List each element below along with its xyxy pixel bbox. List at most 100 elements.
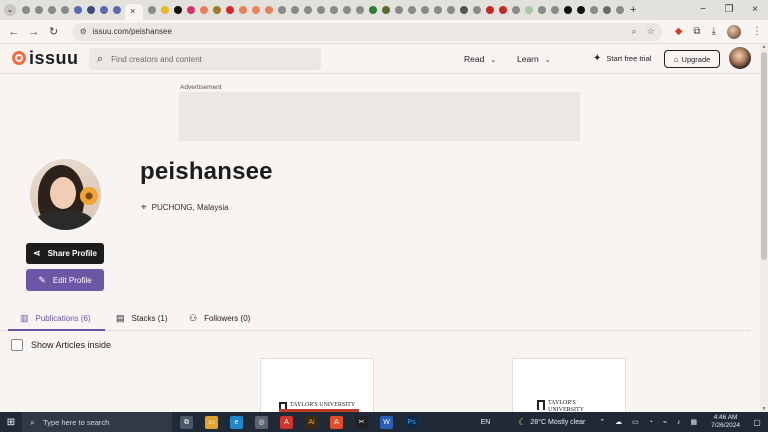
- tab-favicon[interactable]: [160, 6, 169, 14]
- tab-favicon[interactable]: [60, 6, 69, 14]
- app-a-icon[interactable]: A: [330, 415, 343, 429]
- tab-favicon[interactable]: [446, 6, 455, 14]
- share-profile-button[interactable]: ⋖ Share Profile: [26, 243, 104, 264]
- tab-favicon[interactable]: [316, 6, 325, 14]
- scroll-thumb[interactable]: [761, 52, 767, 260]
- tab-favicon[interactable]: [238, 6, 247, 14]
- tab-favicon[interactable]: [99, 6, 108, 14]
- tab-favicon[interactable]: [73, 6, 82, 14]
- tray-icons[interactable]: ⌃ ☁ ▭ ◔ ⌁ ♪ ▦: [599, 418, 701, 426]
- tab-favicon[interactable]: [225, 6, 234, 14]
- edit-profile-button[interactable]: ✎ Edit Profile: [26, 269, 104, 291]
- language-indicator[interactable]: EN: [481, 419, 491, 426]
- advertisement-slot[interactable]: [179, 92, 580, 141]
- reload-button[interactable]: ↻: [46, 25, 62, 38]
- browser-profile-avatar[interactable]: [726, 24, 741, 39]
- extension-icon[interactable]: ◆: [675, 26, 683, 37]
- scroll-up-arrow-icon[interactable]: ▲: [760, 44, 768, 50]
- tab-followers[interactable]: ⚇ Followers (0): [189, 313, 250, 324]
- tab-favicon[interactable]: [173, 6, 182, 14]
- tab-favicon[interactable]: [420, 6, 429, 14]
- tab-favicon[interactable]: [485, 6, 494, 14]
- site-info-icon[interactable]: ⚙: [80, 27, 87, 36]
- tab-favicon[interactable]: [290, 6, 299, 14]
- tab-favicon[interactable]: [394, 6, 403, 14]
- bookmark-star-icon[interactable]: ☆: [647, 26, 655, 37]
- tab-stacks[interactable]: ▤ Stacks (1): [116, 313, 168, 324]
- edge-icon[interactable]: e: [230, 415, 243, 429]
- maximize-button[interactable]: ❐: [716, 0, 742, 20]
- tab-favicon[interactable]: [199, 6, 208, 14]
- tab-favicon[interactable]: [277, 6, 286, 14]
- tab-favicon[interactable]: [186, 6, 195, 14]
- user-avatar[interactable]: [729, 47, 751, 69]
- forward-button[interactable]: →: [26, 26, 42, 38]
- tab-favicon[interactable]: [615, 6, 624, 14]
- tab-favicon[interactable]: [34, 6, 43, 14]
- tab-favicon[interactable]: [212, 6, 221, 14]
- tab-favicon[interactable]: [524, 6, 533, 14]
- publication-card[interactable]: TAYLOR'S UNIVERSITY: [512, 358, 626, 418]
- capcut-icon[interactable]: ✂: [355, 415, 368, 429]
- windows-start-icon[interactable]: ⊞: [0, 417, 22, 428]
- search-input[interactable]: [111, 54, 302, 64]
- upgrade-button[interactable]: ⌂ Upgrade: [664, 50, 720, 68]
- acrobat-icon[interactable]: A: [280, 415, 293, 429]
- tab-favicon[interactable]: [472, 6, 481, 14]
- tab-favicon[interactable]: [86, 6, 95, 14]
- tab-favicon[interactable]: [112, 6, 121, 14]
- tab-favicon[interactable]: [511, 6, 520, 14]
- tab-favicon[interactable]: [47, 6, 56, 14]
- show-articles-option[interactable]: Show Articles inside: [11, 339, 111, 351]
- start-free-trial-link[interactable]: ✦ Start free trial: [593, 53, 651, 64]
- tab-favicon[interactable]: [368, 6, 377, 14]
- publication-card[interactable]: TAYLOR'S UNIVERSITY: [260, 358, 374, 418]
- new-tab-button[interactable]: +: [630, 4, 636, 16]
- issuu-logo[interactable]: issuu: [12, 49, 79, 67]
- puzzle-extensions-icon[interactable]: ⧉: [693, 26, 700, 37]
- taskbar-search[interactable]: ⌕ Type here to search: [22, 412, 172, 432]
- tab-publications[interactable]: ▥ Publications (6): [20, 313, 91, 324]
- tab-favicon[interactable]: [21, 6, 30, 14]
- system-clock[interactable]: 4:46 AM 7/26/2024: [711, 414, 740, 430]
- tab-favicon[interactable]: [381, 6, 390, 14]
- minimize-button[interactable]: −: [690, 0, 716, 20]
- page-scrollbar[interactable]: ▲ ▼: [760, 44, 768, 412]
- tab-favicon[interactable]: [459, 6, 468, 14]
- tab-favicon[interactable]: [602, 6, 611, 14]
- tab-favicon[interactable]: [303, 6, 312, 14]
- tab-favicon[interactable]: [355, 6, 364, 14]
- tab-favicon[interactable]: [563, 6, 572, 14]
- illustrator-icon[interactable]: Ai: [305, 415, 318, 429]
- tab-favicon[interactable]: [576, 6, 585, 14]
- zoom-search-icon[interactable]: ⌕: [632, 26, 637, 37]
- task-view-icon[interactable]: ⧉: [180, 415, 193, 429]
- tab-favicon[interactable]: [550, 6, 559, 14]
- learn-menu[interactable]: Learn ⌄: [517, 54, 551, 64]
- tab-favicon[interactable]: [498, 6, 507, 14]
- tab-favicon[interactable]: [433, 6, 442, 14]
- tab-favicon[interactable]: [329, 6, 338, 14]
- download-icon[interactable]: ⤓: [712, 26, 716, 37]
- read-menu[interactable]: Read ⌄: [464, 54, 496, 64]
- active-tab[interactable]: ×: [125, 4, 143, 20]
- notification-icon[interactable]: ▢: [750, 418, 764, 427]
- photoshop-icon[interactable]: Ps: [405, 415, 418, 429]
- browser-menu-icon[interactable]: ⋮: [752, 26, 762, 37]
- tab-favicon[interactable]: [147, 6, 156, 14]
- word-icon[interactable]: W: [380, 415, 393, 429]
- tab-favicon[interactable]: [251, 6, 260, 14]
- show-articles-checkbox[interactable]: [11, 339, 23, 351]
- search-bar[interactable]: ⌕: [89, 48, 321, 70]
- close-tab-icon[interactable]: ×: [130, 6, 135, 16]
- close-window-button[interactable]: ×: [742, 0, 768, 20]
- chrome-icon[interactable]: ◎: [255, 415, 268, 429]
- weather-widget[interactable]: ☾ 28°C Mostly clear: [518, 417, 585, 428]
- file-explorer-icon[interactable]: ▭: [205, 415, 218, 429]
- tab-favicon[interactable]: [537, 6, 546, 14]
- url-text[interactable]: issuu.com/peishansee: [93, 27, 172, 36]
- address-bar[interactable]: ⚙ issuu.com/peishansee ⌕ ☆: [71, 22, 663, 41]
- tab-search-chevron-icon[interactable]: ⌄: [4, 4, 16, 16]
- tab-favicon[interactable]: [342, 6, 351, 14]
- tab-favicon[interactable]: [264, 6, 273, 14]
